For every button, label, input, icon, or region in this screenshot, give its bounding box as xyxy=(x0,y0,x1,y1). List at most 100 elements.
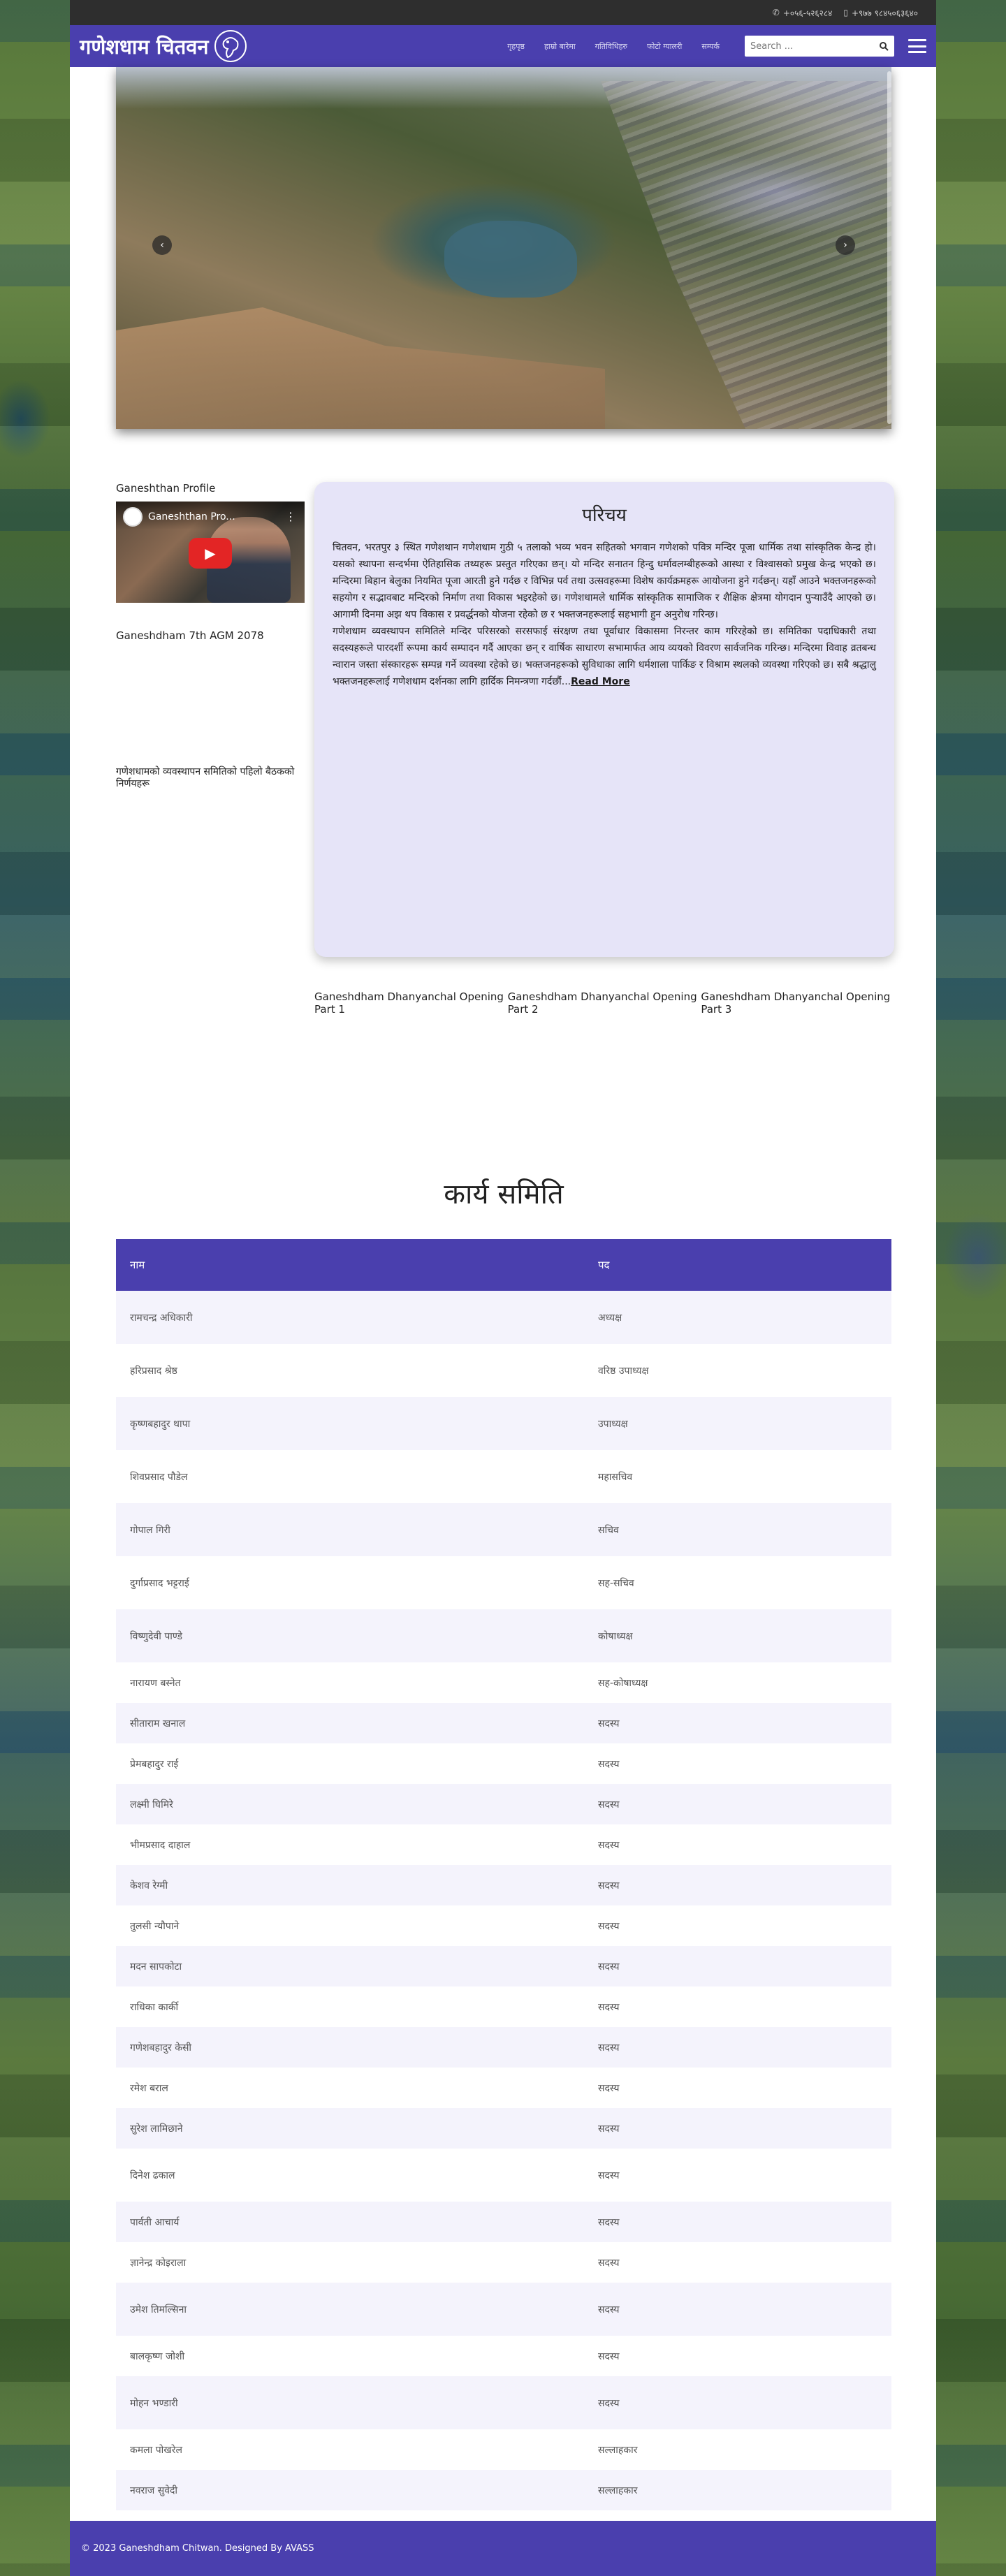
table-row: रमेश बराल सदस्य xyxy=(116,2068,891,2108)
member-position-cell: वरिष्ठ उपाध्यक्ष xyxy=(584,1344,891,1397)
committee-table-body: रामचन्द्र अधिकारी अध्यक्ष हरिप्रसाद श्रेष्… xyxy=(116,1291,891,2551)
mobile-item[interactable]: ▯ +९७७ ९८४५०६३६४० xyxy=(843,7,918,19)
member-name-cell: प्रेमबहादुर राई xyxy=(116,1743,584,1784)
member-name-cell: सुरेश लामिछाने xyxy=(116,2108,584,2149)
read-more-link[interactable]: Read More xyxy=(571,676,630,687)
member-position-cell: सदस्य xyxy=(584,2283,891,2336)
table-row: विष्णुदेवी पाण्डे कोषाध्यक्ष xyxy=(116,1609,891,1662)
member-position-cell: सह-सचिव xyxy=(584,1556,891,1609)
opening-video-3-title[interactable]: Ganeshdham Dhanyanchal Opening Part 3 xyxy=(701,990,894,1016)
table-row: ज्ञानेन्द्र कोइराला सदस्य xyxy=(116,2242,891,2283)
member-position-cell: सदस्य xyxy=(584,1865,891,1905)
search-icon[interactable] xyxy=(879,41,889,51)
slider-next-button[interactable]: › xyxy=(836,235,855,255)
footer-copyright: © 2023 Ganeshdham Chitwan. Designed By A… xyxy=(81,2543,314,2554)
member-name-cell: सीताराम खनाल xyxy=(116,1703,584,1743)
nav-item-gallery[interactable]: फोटो ग्यालरी xyxy=(647,41,682,52)
column-header-position: पद xyxy=(584,1239,891,1291)
opening-video-2-title[interactable]: Ganeshdham Dhanyanchal Opening Part 2 xyxy=(508,990,701,1016)
member-name-cell: भीमप्रसाद दाहाल xyxy=(116,1824,584,1865)
member-position-cell: उपाध्यक्ष xyxy=(584,1397,891,1450)
table-row: मोहन भण्डारी सदस्य xyxy=(116,2376,891,2429)
table-row: सुरेश लामिछाने सदस्य xyxy=(116,2108,891,2149)
table-row: प्रेमबहादुर राई सदस्य xyxy=(116,1743,891,1784)
phone-text: +०५६-५२६२८४ xyxy=(782,8,833,18)
member-name-cell: केशव रेग्मी xyxy=(116,1865,584,1905)
table-row: शिवप्रसाद पौडेल महासचिव xyxy=(116,1450,891,1503)
table-row: केशव रेग्मी सदस्य xyxy=(116,1865,891,1905)
committee-table: नाम पद रामचन्द्र अधिकारी अध्यक्ष हरिप्रसाद… xyxy=(116,1239,891,2551)
mobile-text: +९७७ ९८४५०६३६४० xyxy=(852,8,918,18)
video-channel-name: Ganeshthan Pro... xyxy=(148,511,235,522)
nav-item-activities[interactable]: गतिविधिहरु xyxy=(595,41,627,52)
nav-item-contact[interactable]: सम्पर्क xyxy=(701,41,720,52)
intro-card: परिचय चितवन, भरतपुर ३ स्थित गणेशथान गणेश… xyxy=(314,482,894,957)
table-row: दिनेश ढकाल सदस्य xyxy=(116,2149,891,2202)
member-name-cell: उमेश तिमल्सिना xyxy=(116,2283,584,2336)
member-position-cell: सदस्य xyxy=(584,2027,891,2068)
mobile-icon: ▯ xyxy=(843,8,848,17)
intro-paragraph-2: गणेशधाम व्यवस्थापन समितिले मन्दिर परिसरक… xyxy=(333,623,876,690)
menu-toggle-icon[interactable] xyxy=(908,39,926,53)
brand-logo[interactable]: गणेशधाम चितवन xyxy=(80,28,249,64)
footer: © 2023 Ganeshdham Chitwan. Designed By A… xyxy=(70,2521,936,2576)
member-position-cell: सदस्य xyxy=(584,2149,891,2202)
search-box xyxy=(745,36,894,57)
member-name-cell: गणेशबहादुर केसी xyxy=(116,2027,584,2068)
table-header-row: नाम पद xyxy=(116,1239,891,1291)
table-row: मदन सापकोटा सदस्य xyxy=(116,1946,891,1986)
member-name-cell: पार्वती आचार्य xyxy=(116,2202,584,2242)
member-name-cell: कृष्णबहादुर थापा xyxy=(116,1397,584,1450)
play-button-icon[interactable]: ▶ xyxy=(189,538,232,569)
member-position-cell: सदस्य xyxy=(584,2336,891,2376)
member-position-cell: सदस्य xyxy=(584,2242,891,2283)
table-row: भीमप्रसाद दाहाल सदस्य xyxy=(116,1824,891,1865)
member-name-cell: कमला पोखरेल xyxy=(116,2429,584,2470)
member-position-cell: सदस्य xyxy=(584,2108,891,2149)
nav-item-about[interactable]: हाम्रो बारेमा xyxy=(544,41,576,52)
table-row: लक्ष्मी घिमिरे सदस्य xyxy=(116,1784,891,1824)
member-position-cell: अध्यक्ष xyxy=(584,1291,891,1344)
member-name-cell: गोपाल गिरी xyxy=(116,1503,584,1556)
member-position-cell: सदस्य xyxy=(584,2376,891,2429)
table-row: कमला पोखरेल सल्लाहकार xyxy=(116,2429,891,2470)
sidebar: Ganeshthan Profile Ganeshthan Pro... ⋮ ▶… xyxy=(116,482,306,790)
table-row: नारायण बस्नेत सह-कोषाध्यक्ष xyxy=(116,1662,891,1703)
agm-video-title: Ganeshdham 7th AGM 2078 xyxy=(116,629,264,642)
page: ✆ +०५६-५२६२८४ ▯ +९७७ ९८४५०६३६४० गणेशधाम … xyxy=(70,0,936,2576)
member-position-cell: कोषाध्यक्ष xyxy=(584,1609,891,1662)
profile-video-embed[interactable]: Ganeshthan Pro... ⋮ ▶ xyxy=(116,502,305,603)
member-position-cell: सदस्य xyxy=(584,1784,891,1824)
table-row: कृष्णबहादुर थापा उपाध्यक्ष xyxy=(116,1397,891,1450)
hero-image-cliff xyxy=(116,307,605,429)
member-name-cell: राधिका कार्की xyxy=(116,1986,584,2027)
sidebar-notice-link[interactable]: गणेशधामको व्यवस्थापन समितिको पहिलो बैठकक… xyxy=(116,766,306,790)
hero-image-pond xyxy=(444,221,577,298)
background-left xyxy=(0,0,70,2576)
member-position-cell: सदस्य xyxy=(584,1986,891,2027)
member-name-cell: दिनेश ढकाल xyxy=(116,2149,584,2202)
hero-scrollbar xyxy=(887,71,891,424)
phone-item[interactable]: ✆ +०५६-५२६२८४ xyxy=(773,7,833,19)
top-contact-bar: ✆ +०५६-५२६२८४ ▯ +९७७ ९८४५०६३६४० xyxy=(70,0,936,25)
nav-item-home[interactable]: गृहपृष्ठ xyxy=(507,41,525,52)
table-row: पार्वती आचार्य सदस्य xyxy=(116,2202,891,2242)
more-options-icon[interactable]: ⋮ xyxy=(285,510,296,523)
phone-icon: ✆ xyxy=(772,8,780,17)
member-name-cell: शिवप्रसाद पौडेल xyxy=(116,1450,584,1503)
member-name-cell: मोहन भण्डारी xyxy=(116,2376,584,2429)
slider-prev-button[interactable]: ‹ xyxy=(152,235,172,255)
table-row: बालकृष्ण जोशी सदस्य xyxy=(116,2336,891,2376)
member-position-cell: सल्लाहकार xyxy=(584,2429,891,2470)
member-position-cell: सदस्य xyxy=(584,1824,891,1865)
table-row: रामचन्द्र अधिकारी अध्यक्ष xyxy=(116,1291,891,1344)
opening-video-1-title[interactable]: Ganeshdham Dhanyanchal Opening Part 1 xyxy=(314,990,508,1016)
member-position-cell: महासचिव xyxy=(584,1450,891,1503)
member-position-cell: सल्लाहकार xyxy=(584,2470,891,2510)
member-position-cell: सदस्य xyxy=(584,1743,891,1784)
member-name-cell: मदन सापकोटा xyxy=(116,1946,584,1986)
column-header-name: नाम xyxy=(116,1239,584,1291)
search-input[interactable] xyxy=(750,41,879,52)
navbar: गणेशधाम चितवन गृहपृष्ठ हाम्रो बारेमा गति… xyxy=(70,25,936,67)
opening-videos: Ganeshdham Dhanyanchal Opening Part 1 Ga… xyxy=(314,990,894,1016)
